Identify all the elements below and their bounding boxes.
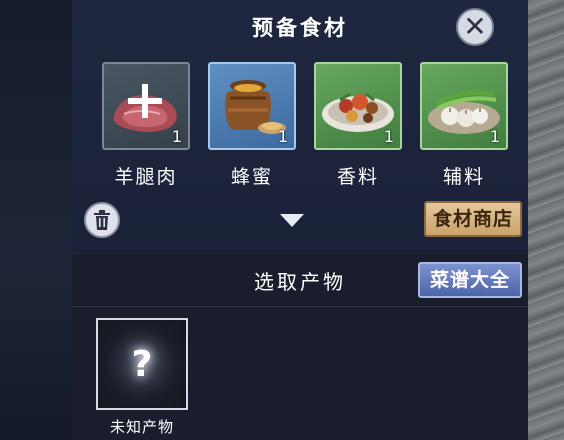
ingredient-shop-button[interactable]: 食材商店 (424, 201, 522, 237)
chevron-down-icon[interactable] (280, 214, 304, 227)
ingredient-quantity: 1 (171, 127, 182, 146)
trash-icon (94, 210, 110, 230)
ingredient-slot-meat[interactable]: 1 (102, 62, 190, 150)
product-label: 未知产物 (109, 418, 174, 436)
background-scene-right (528, 0, 564, 440)
unknown-product-icon: ? (131, 343, 153, 385)
ingredient-slot-auxiliary[interactable]: 1 (420, 62, 508, 150)
ingredient-slot-honey[interactable]: 1 (208, 62, 296, 150)
unknown-product-slot[interactable]: ? (96, 318, 188, 410)
ingredient-label: 辅料 (442, 166, 485, 188)
ingredient-slot-spice[interactable]: 1 (314, 62, 402, 150)
recipe-collection-button[interactable]: 菜谱大全 (418, 262, 522, 298)
ingredient-label: 蜂蜜 (230, 166, 273, 188)
close-icon: ✕ (463, 10, 487, 43)
ingredient-panel: 预备食材 ✕ 1 羊腿肉 1 蜂蜜 1 香料 1 辅料 食材商店 (72, 0, 528, 252)
ingredient-quantity: 1 (489, 127, 500, 146)
clear-ingredients-button[interactable] (84, 202, 120, 238)
ingredient-quantity: 1 (277, 127, 288, 146)
ingredient-label: 香料 (336, 166, 379, 188)
background-scene-left (0, 0, 80, 440)
close-button[interactable]: ✕ (456, 8, 494, 46)
section-divider (72, 306, 528, 307)
product-panel: 选取产物 菜谱大全 ? 未知产物 (72, 254, 528, 440)
ingredient-label: 羊腿肉 (114, 166, 178, 188)
ingredient-quantity: 1 (383, 127, 394, 146)
